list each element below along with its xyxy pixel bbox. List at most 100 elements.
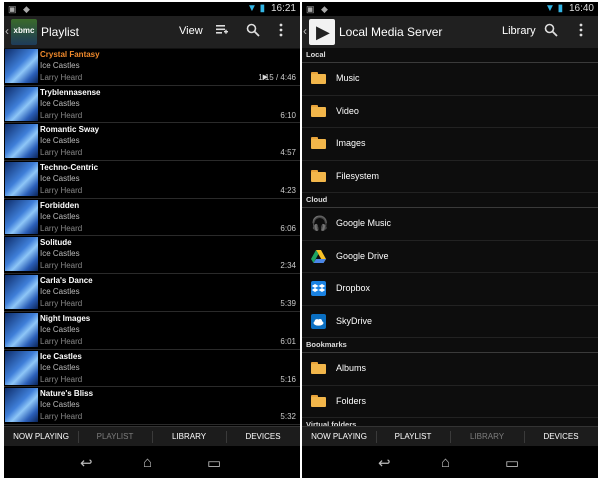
album-art [5,350,38,385]
drive-icon [311,249,326,264]
tab-devices[interactable]: DEVICES [226,427,300,447]
overflow-icon[interactable] [579,23,583,40]
status-bar: ▣ ◆ ▼ ▮ 16:21 [4,2,300,16]
track-duration: 1:15 / 4:46 [258,73,296,82]
recents-icon[interactable]: ▭ [505,454,519,472]
track-album: Ice Castles [40,287,80,297]
playlist-item[interactable]: Nature's Bliss Ice Castles Larry Heard 5:32 [4,387,300,425]
track-title: Tryblennasense [40,87,101,97]
playlist[interactable]: Crystal Fantasy Ice Castles Larry Heard ▶ 1:… [4,48,300,426]
library-item-filesystem[interactable]: Filesystem [302,161,598,193]
home-icon[interactable]: ⌂ [143,454,152,471]
view-button[interactable]: View [179,25,203,37]
folder-icon [311,136,326,151]
library-item-music[interactable]: Music [302,63,598,96]
album-art [5,124,38,159]
folder-icon [311,361,326,376]
track-album: Ice Castles [40,211,80,221]
track-album: Ice Castles [40,98,80,108]
tab-library[interactable]: LIBRARY [450,427,524,447]
library-item-folders[interactable]: Folders [302,386,598,418]
library-item-label: Albums [336,363,367,373]
track-artist: Larry Heard [40,261,83,271]
playlist-item[interactable]: Romantic Sway Ice Castles Larry Heard 4:57 [4,123,300,162]
library-item-google-music[interactable]: 🎧 Google Music [302,208,598,241]
track-duration: 5:16 [280,374,296,384]
track-title: Carla's Dance [40,276,93,286]
playlist-item[interactable]: Crystal Fantasy Ice Castles Larry Heard ▶ 1:… [4,48,300,86]
track-album: Ice Castles [40,400,80,410]
tab-devices[interactable]: DEVICES [524,427,598,447]
tab-playlist[interactable]: PLAYLIST [376,427,450,447]
back-icon[interactable]: ↩ [378,454,391,472]
phone-playlist-screen: ▣ ◆ ▼ ▮ 16:21 ‹ xbmc Playlist View Cryst… [4,2,300,478]
track-title: Nature's Bliss [40,389,94,399]
tab-now-playing[interactable]: NOW PLAYING [302,427,376,447]
track-artist: Larry Heard [40,110,83,120]
folder-icon [311,394,326,409]
logo-text: xbmc [13,26,35,35]
library-item-albums[interactable]: Albums [302,353,598,386]
library-item-google-drive[interactable]: Google Drive [302,241,598,273]
track-album: Ice Castles [40,362,80,372]
track-duration: 2:34 [280,261,296,271]
dropbox-icon [311,281,326,296]
tab-library[interactable]: LIBRARY [152,427,226,447]
playlist-item[interactable]: Carla's Dance Ice Castles Larry Heard 5:39 [4,274,300,312]
album-art [5,86,38,121]
track-title: Ice Castles [40,351,82,361]
library-item-label: Images [336,138,366,148]
track-album: Ice Castles [40,174,80,184]
library-item-video[interactable]: Video [302,96,598,128]
xbmc-logo[interactable]: xbmc [11,19,37,45]
action-bar: ‹ ▶ Local Media Server Library [302,16,598,49]
playlist-item[interactable]: Solitude Ice Castles Larry Heard 2:34 [4,236,300,275]
track-album: Ice Castles [40,61,80,70]
tab-now-playing[interactable]: NOW PLAYING [4,427,78,447]
list-add-icon[interactable] [215,23,229,40]
track-album: Ice Castles [40,249,80,259]
tab-playlist[interactable]: PLAYLIST [78,427,152,447]
library-button[interactable]: Library [502,25,536,37]
battery-icon: ▮ [259,3,266,14]
library-list: Local Music Video Images Filesystem Cloud 🎧 Goo… [302,48,598,426]
media-server-logo[interactable]: ▶ [309,19,335,45]
playlist-item[interactable]: Night Images Ice Castles Larry Heard 6:01 [4,312,300,350]
overflow-icon[interactable] [279,23,283,40]
up-chevron-icon[interactable]: ‹ [5,24,9,38]
section-header: Cloud [302,193,598,208]
battery-icon: ▮ [557,3,564,14]
track-title: Night Images [40,313,91,323]
library-item-label: Folders [336,395,367,406]
up-chevron-icon[interactable]: ‹ [303,24,307,38]
playlist-item[interactable]: Forbidden Ice Castles Larry Heard 6:06 [4,199,300,237]
track-album: Ice Castles [40,136,80,146]
search-icon[interactable] [246,23,260,40]
back-icon[interactable]: ↩ [80,454,93,472]
library-item-images[interactable]: Images [302,128,598,161]
recents-icon[interactable]: ▭ [207,454,221,472]
album-art [5,312,38,347]
search-icon[interactable] [544,23,558,40]
album-art [5,49,38,83]
notification-icons: ▣ ◆ [306,4,330,14]
skydrive-icon [311,313,326,329]
library-item-skydrive[interactable]: SkyDrive [302,306,598,338]
library-item-label: Google Music [336,218,392,228]
notification-icons: ▣ ◆ [8,4,32,14]
library-item-label: SkyDrive [336,315,373,326]
section-header: Bookmarks [302,338,598,353]
playlist-item[interactable]: Ice Castles Ice Castles Larry Heard 5:16 [4,350,300,388]
playlist-item[interactable]: Techno-Centric Ice Castles Larry Heard 4:23 [4,161,300,199]
clock: 16:40 [568,3,594,14]
track-title: Solitude [40,238,72,248]
track-duration: 4:23 [280,186,296,196]
library-item-dropbox[interactable]: Dropbox [302,273,598,306]
library-item-label: Video [336,105,359,116]
playlist-item[interactable]: Tryblennasense Ice Castles Larry Heard 6:10 [4,86,300,124]
action-bar: ‹ xbmc Playlist View [4,16,300,49]
library-item-label: Google Drive [336,250,389,261]
album-art [5,275,38,310]
home-icon[interactable]: ⌂ [441,454,450,471]
folder-icon [311,169,326,184]
